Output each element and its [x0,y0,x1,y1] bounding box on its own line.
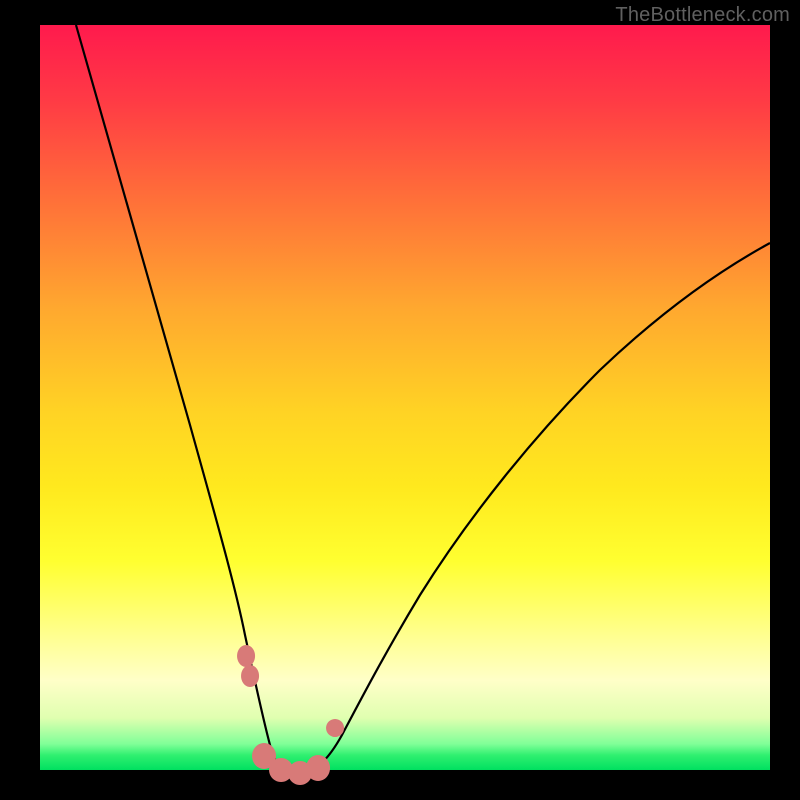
chart-frame: TheBottleneck.com [0,0,800,800]
marker-dot [241,665,259,687]
valley-markers [237,645,344,785]
curve-right-branch [312,243,770,770]
marker-dot [237,645,255,667]
credit-label: TheBottleneck.com [615,4,790,27]
marker-dot [326,719,344,737]
bottleneck-curve [40,25,770,770]
